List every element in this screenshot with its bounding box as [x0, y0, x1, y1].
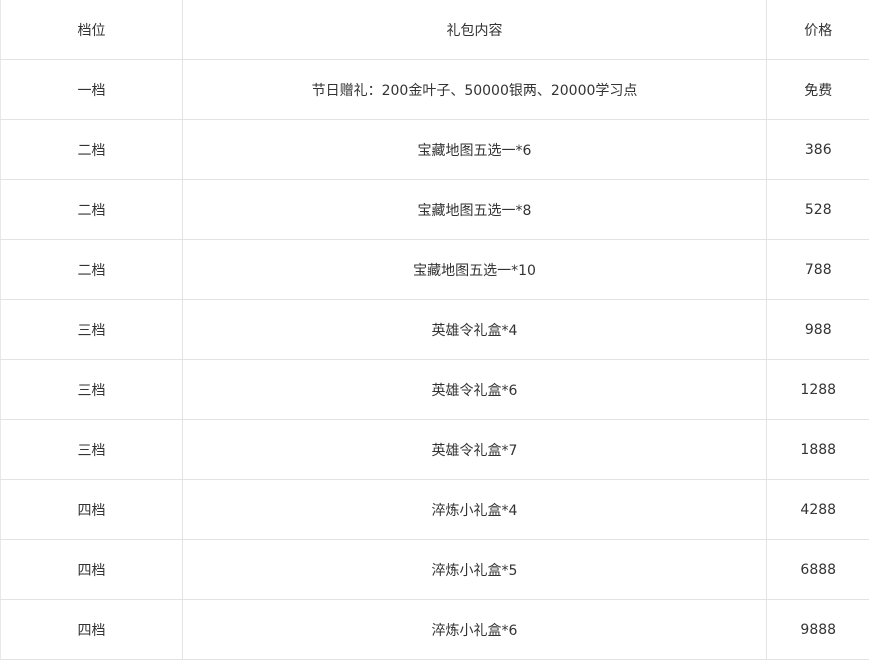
cell-price: 528	[766, 179, 869, 240]
table-row: 三档 英雄令礼盒*7 1888	[0, 419, 869, 480]
cell-tier: 二档	[0, 179, 183, 240]
table-row: 三档 英雄令礼盒*6 1288	[0, 359, 869, 420]
cell-price: 4288	[766, 479, 869, 540]
header-content: 礼包内容	[182, 0, 767, 60]
cell-price: 9888	[766, 599, 869, 660]
cell-price: 788	[766, 239, 869, 300]
cell-content: 英雄令礼盒*7	[182, 419, 767, 480]
cell-tier: 四档	[0, 539, 183, 600]
cell-price: 6888	[766, 539, 869, 600]
table-row: 一档 节日赠礼：200金叶子、50000银两、20000学习点 免费	[0, 59, 869, 120]
table-row: 四档 淬炼小礼盒*4 4288	[0, 479, 869, 540]
cell-price: 1888	[766, 419, 869, 480]
cell-content: 淬炼小礼盒*6	[182, 599, 767, 660]
cell-tier: 三档	[0, 419, 183, 480]
cell-content: 宝藏地图五选一*8	[182, 179, 767, 240]
table-row: 四档 淬炼小礼盒*6 9888	[0, 599, 869, 660]
cell-content: 英雄令礼盒*6	[182, 359, 767, 420]
cell-price: 386	[766, 119, 869, 180]
table-row: 二档 宝藏地图五选一*8 528	[0, 179, 869, 240]
cell-tier: 四档	[0, 479, 183, 540]
header-price: 价格	[766, 0, 869, 60]
cell-content: 英雄令礼盒*4	[182, 299, 767, 360]
cell-content: 淬炼小礼盒*5	[182, 539, 767, 600]
table-header: 档位 礼包内容 价格	[0, 0, 869, 60]
table-row: 二档 宝藏地图五选一*6 386	[0, 119, 869, 180]
cell-content: 宝藏地图五选一*6	[182, 119, 767, 180]
cell-tier: 一档	[0, 59, 183, 120]
table-row: 三档 英雄令礼盒*4 988	[0, 299, 869, 360]
cell-price: 1288	[766, 359, 869, 420]
cell-content: 宝藏地图五选一*10	[182, 239, 767, 300]
cell-content: 节日赠礼：200金叶子、50000银两、20000学习点	[182, 59, 767, 120]
cell-tier: 三档	[0, 299, 183, 360]
cell-tier: 四档	[0, 599, 183, 660]
table-body: 一档 节日赠礼：200金叶子、50000银两、20000学习点 免费 二档 宝藏…	[0, 59, 869, 660]
cell-price: 免费	[766, 59, 869, 120]
cell-tier: 二档	[0, 119, 183, 180]
header-tier: 档位	[0, 0, 183, 60]
cell-tier: 二档	[0, 239, 183, 300]
header-row: 档位 礼包内容 价格	[0, 0, 869, 60]
table-row: 二档 宝藏地图五选一*10 788	[0, 239, 869, 300]
cell-tier: 三档	[0, 359, 183, 420]
table-row: 四档 淬炼小礼盒*5 6888	[0, 539, 869, 600]
cell-price: 988	[766, 299, 869, 360]
gift-package-table: 档位 礼包内容 价格 一档 节日赠礼：200金叶子、50000银两、20000学…	[0, 0, 869, 660]
cell-content: 淬炼小礼盒*4	[182, 479, 767, 540]
